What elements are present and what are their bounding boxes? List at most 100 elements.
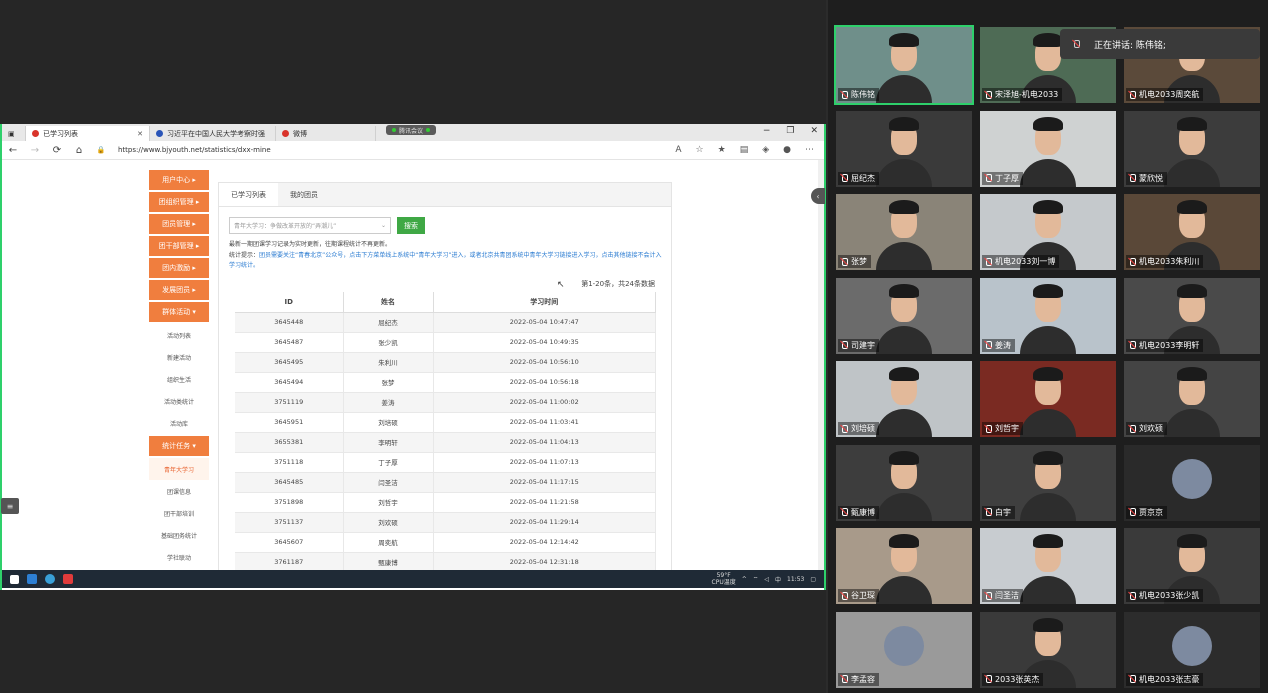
participant-tile[interactable]: 丁子厚 [980, 110, 1116, 187]
tab-weibo[interactable]: 微博 [276, 126, 376, 141]
back-icon[interactable]: ← [2, 145, 24, 156]
participant-tile[interactable]: 蒙欣悦 [1124, 110, 1260, 187]
participant-tile[interactable]: 李孟容 [836, 611, 972, 688]
column-header[interactable]: 姓名 [343, 292, 434, 313]
sidebar-item-activities[interactable]: 群体活动 ▾ [149, 302, 209, 322]
participant-tile[interactable]: 刘培硕 [836, 361, 972, 437]
collapse-handle[interactable]: ‹ [811, 188, 825, 204]
avatar[interactable]: ● [783, 145, 791, 155]
network-icon[interactable]: ⌔ [753, 575, 759, 583]
participant-tile[interactable]: 机电2033刘一博 [980, 194, 1116, 270]
shield-icon[interactable]: ◈ [762, 145, 769, 155]
share-toolbar-handle[interactable]: ≡ [1, 498, 19, 514]
search-button[interactable]: 搜索 [397, 217, 425, 234]
subnav-item[interactable]: 新建活动 [149, 346, 209, 368]
participant-tile[interactable]: 闫圣洁 [980, 528, 1116, 604]
column-header[interactable]: 学习时间 [433, 292, 656, 313]
participant-tile[interactable]: 刘哲宇 [980, 361, 1116, 437]
mic-muted-icon [984, 90, 992, 99]
chevron-up-icon[interactable]: ^ [742, 576, 747, 583]
table-row: 3751118 丁子厚 2022-05-04 11:07:13 [235, 452, 656, 473]
participant-tile[interactable]: 机电2033朱利川 [1124, 194, 1260, 270]
start-icon[interactable] [10, 574, 19, 584]
participant-tile[interactable]: 司建宇 [836, 277, 972, 354]
notification-icon[interactable]: ▢ [810, 576, 816, 583]
home-icon[interactable]: ⌂ [68, 145, 90, 156]
subnav-item[interactable]: 团课信息 [149, 480, 209, 502]
close-window-icon[interactable]: ✕ [810, 126, 818, 136]
course-select-value: 青年大学习：争做改革开放的“弄潮儿” [234, 223, 337, 230]
meeting-app-icon[interactable] [27, 574, 37, 584]
participant-name-bar: 司建宇 [838, 338, 879, 352]
minimize-icon[interactable]: − [763, 126, 771, 136]
sidebar-item-user-center[interactable]: 用户中心 ▸ [149, 170, 209, 190]
subnav-item[interactable]: 活动列表 [149, 324, 209, 346]
read-aloud-icon[interactable]: A [675, 145, 681, 155]
participant-tile[interactable]: 白宇 [980, 444, 1116, 521]
column-header[interactable]: ID [235, 292, 344, 313]
tab-learned-list[interactable]: 已学习列表 [219, 183, 278, 206]
ime-indicator[interactable]: 中 [775, 575, 781, 584]
clock[interactable]: 11:53 [787, 576, 804, 583]
tab-actions-icon[interactable]: ▣ [2, 126, 26, 141]
participant-video [1177, 367, 1207, 405]
course-select[interactable]: 青年大学习：争做改革开放的“弄潮儿” ⌄ [229, 217, 391, 234]
mic-muted-icon [1128, 341, 1136, 349]
subnav-item[interactable]: 活动库 [149, 412, 209, 434]
participant-tile[interactable]: 甄康博 [836, 444, 972, 521]
participant-tile[interactable]: 机电2033张志豪 [1124, 611, 1260, 688]
forward-icon[interactable]: → [24, 145, 46, 156]
maximize-icon[interactable]: ❐ [786, 126, 794, 136]
participant-body [1164, 158, 1220, 187]
url-field[interactable]: https://www.bjyouth.net/statistics/dxx-m… [118, 146, 675, 154]
participant-tile[interactable]: 陈伟铭 [834, 25, 974, 105]
subnav-item-active[interactable]: 青年大学习 [149, 458, 209, 480]
participant-tile[interactable]: 张梦 [836, 194, 972, 270]
participant-tile[interactable]: 贾京京 [1124, 444, 1260, 521]
participant-tile[interactable]: 机电2033李明轩 [1124, 277, 1260, 354]
participant-tile[interactable]: 机电2033张少凯 [1124, 528, 1260, 604]
sidebar-item-incentives[interactable]: 团内激励 ▸ [149, 258, 209, 278]
participant-name-bar: 张梦 [838, 255, 871, 268]
favorite-icon[interactable]: ☆ [696, 145, 704, 155]
edge-icon[interactable] [45, 574, 55, 584]
sidebar-item-cadre-mgmt[interactable]: 团干部管理 ▸ [149, 236, 209, 256]
participant-video [889, 33, 919, 71]
wps-icon[interactable] [63, 574, 73, 584]
tab-study-list[interactable]: 已学习列表 ✕ [26, 126, 150, 141]
subnav-item[interactable]: 学社联动 [149, 546, 209, 568]
participant-name: 宋泽旭-机电2033 [995, 90, 1059, 99]
subnav-item[interactable]: 活动类统计 [149, 390, 209, 412]
more-icon[interactable]: ⋯ [805, 145, 814, 155]
meeting-share-pill[interactable]: 腾讯会议 [386, 125, 437, 135]
participant-tile[interactable]: 姜涛 [980, 277, 1116, 354]
table-row: 3751137 刘欢硕 2022-05-04 11:29:14 [235, 512, 656, 533]
participant-tile[interactable]: 谷卫琛 [836, 528, 972, 604]
weather-widget[interactable]: 59°F CPU温度 [712, 572, 736, 586]
refresh-icon[interactable]: ⟳ [46, 145, 68, 156]
tab-my-members[interactable]: 我的团员 [278, 183, 330, 206]
page-scrollbar[interactable] [818, 160, 824, 570]
participant-name: 机电2033朱利川 [1139, 257, 1200, 266]
time-cell: 2022-05-04 10:47:47 [433, 312, 656, 333]
favorites-icon[interactable]: ★ [718, 145, 726, 155]
subnav-item[interactable]: 团干部培训 [149, 502, 209, 524]
participant-name: 姜涛 [995, 340, 1011, 350]
sidebar-item-develop[interactable]: 发展团员 ▸ [149, 280, 209, 300]
sidebar-item-member-mgmt[interactable]: 团员管理 ▸ [149, 214, 209, 234]
subnav-item[interactable]: 组织生活 [149, 368, 209, 390]
participant-tile[interactable]: 2033张英杰 [980, 611, 1116, 688]
participant-name-bar: 机电2033周奕航 [1126, 88, 1204, 101]
time-cell: 2022-05-04 10:49:35 [433, 332, 656, 353]
close-icon[interactable]: ✕ [137, 130, 143, 138]
subnav-item[interactable]: 基础团务统计 [149, 524, 209, 546]
participant-tile[interactable]: 屈纪杰 [836, 110, 972, 187]
participant-tile[interactable]: 刘欢硕 [1124, 361, 1260, 437]
collections-icon[interactable]: ▤ [740, 145, 749, 155]
volume-icon[interactable]: ◁ [764, 576, 769, 583]
mic-muted-icon [984, 424, 992, 433]
id-cell: 3751137 [235, 512, 344, 533]
sidebar-item-stats[interactable]: 统计任务 ▾ [149, 436, 209, 456]
sidebar-item-org-mgmt[interactable]: 团组织管理 ▸ [149, 192, 209, 212]
tab-news[interactable]: 习近平在中国人民大学考察时强 ✕ [150, 126, 276, 141]
